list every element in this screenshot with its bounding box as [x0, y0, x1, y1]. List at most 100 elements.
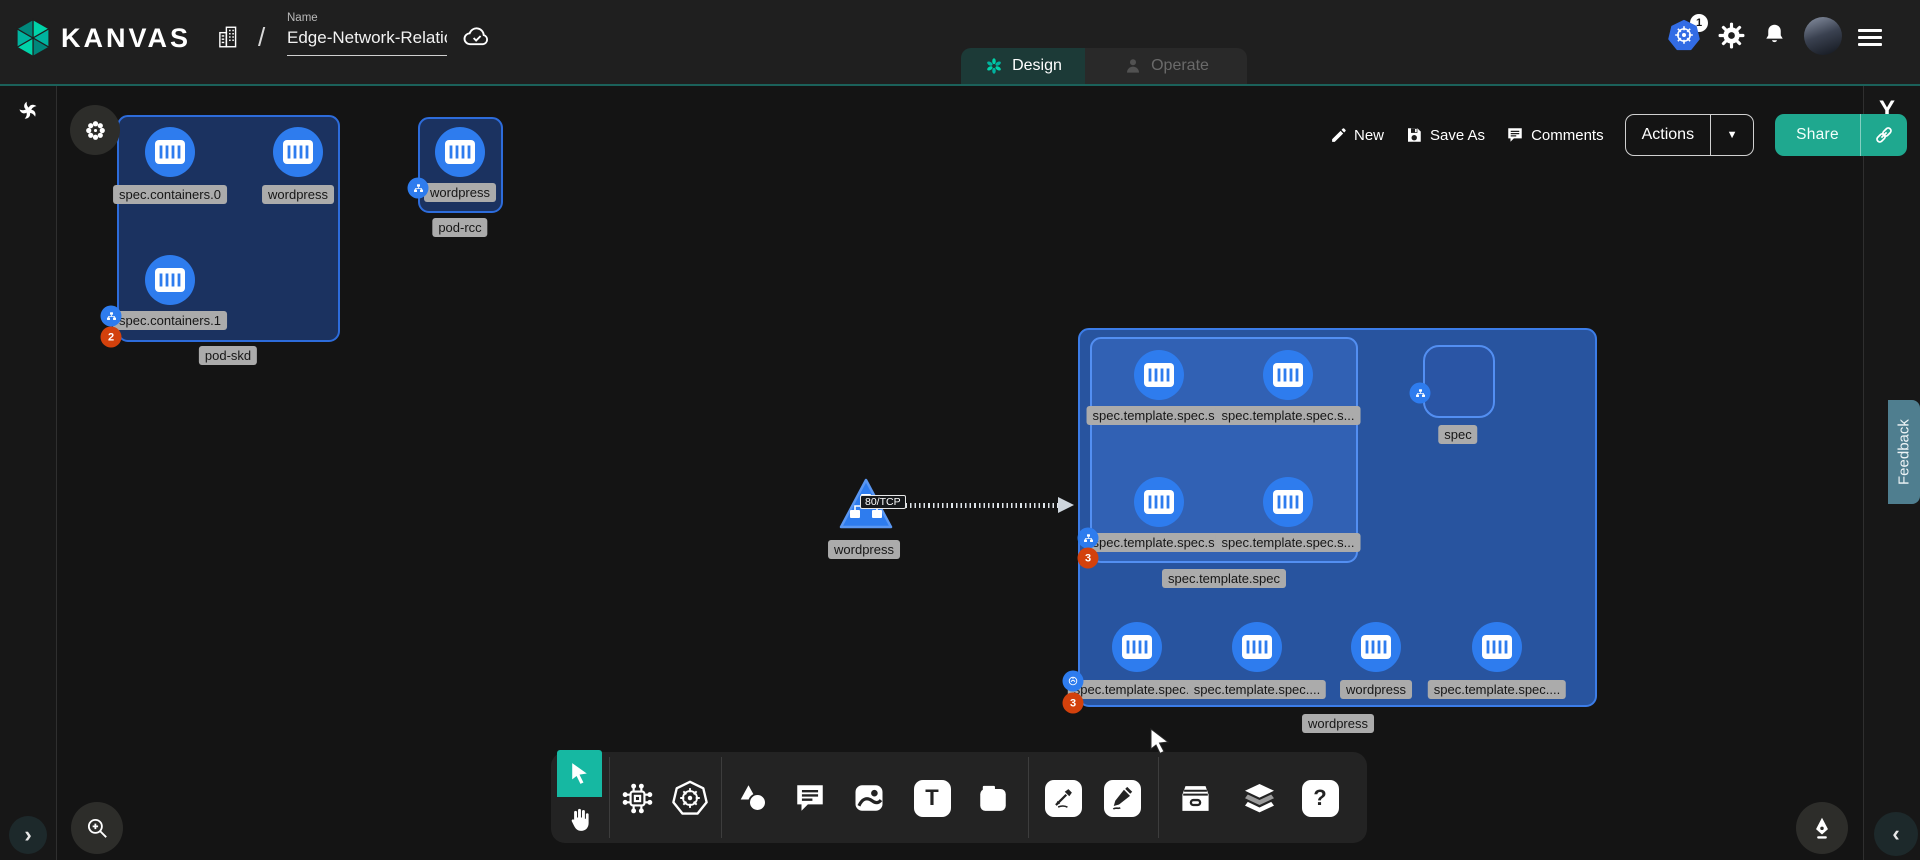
kanvas-logo[interactable]: KANVAS — [14, 18, 191, 58]
count-badge: 3 — [1078, 548, 1099, 569]
comment-tool-button[interactable] — [790, 778, 830, 818]
board-tool-button[interactable] — [973, 778, 1013, 818]
user-avatar[interactable] — [1804, 17, 1842, 55]
pencil-icon — [1330, 127, 1347, 144]
k8s-context-icon[interactable] — [1668, 19, 1700, 56]
save-as-button[interactable]: Save As — [1405, 126, 1485, 144]
expand-left-panel-button[interactable]: › — [9, 816, 47, 854]
app-header: KANVAS / Name Design — [0, 0, 1920, 86]
node-label: spec — [1438, 425, 1477, 444]
layers-tool-button[interactable] — [1239, 778, 1279, 818]
pen-mode-button[interactable] — [1796, 802, 1848, 854]
container-node[interactable] — [1112, 622, 1162, 672]
comments-label: Comments — [1531, 127, 1604, 144]
container-node[interactable] — [1134, 477, 1184, 527]
save-as-label: Save As — [1430, 127, 1485, 144]
chip-icon — [619, 780, 656, 817]
chevron-left-icon: ‹ — [1892, 823, 1899, 845]
container-node[interactable] — [1134, 350, 1184, 400]
node-label: spec.template.spec.... — [1428, 680, 1566, 699]
canvas-dock-toolbar: T — [551, 752, 1367, 843]
edge-service-to-deployment[interactable] — [896, 503, 1060, 508]
image-tool-button[interactable] — [849, 778, 889, 818]
collapse-right-panel-button[interactable]: ‹ — [1874, 812, 1918, 856]
text-tool-button[interactable]: T — [912, 778, 952, 818]
toolbar-divider — [721, 757, 722, 838]
share-split-button: Share — [1775, 114, 1907, 156]
container-node[interactable] — [145, 255, 195, 305]
kubernetes-tool-button[interactable] — [670, 778, 710, 818]
container-node[interactable] — [273, 127, 323, 177]
pen-path-icon — [1045, 780, 1082, 817]
toolbar-divider — [1028, 757, 1029, 838]
copy-link-button[interactable] — [1861, 124, 1907, 146]
edge-arrowhead — [1058, 497, 1074, 513]
design-name-field: Name — [287, 12, 447, 56]
replicaset-icon — [1067, 675, 1080, 688]
tab-operate[interactable]: Operate — [1085, 48, 1247, 84]
group-label: pod-skd — [199, 346, 257, 365]
new-button[interactable]: New — [1330, 127, 1384, 144]
container-node[interactable] — [1351, 622, 1401, 672]
help-question-icon: ? — [1302, 780, 1339, 817]
tab-operate-label: Operate — [1151, 57, 1209, 75]
node-spec[interactable] — [1423, 345, 1495, 418]
pod-resource-badge — [101, 306, 122, 327]
flower-asterisk-icon — [83, 118, 108, 143]
organization-icon[interactable] — [215, 24, 241, 55]
pan-tool-button[interactable] — [557, 797, 602, 841]
hamburger-menu-icon[interactable] — [1858, 29, 1882, 50]
tab-design[interactable]: Design — [961, 48, 1085, 84]
design-name-input[interactable] — [287, 26, 447, 56]
share-label[interactable]: Share — [1775, 126, 1860, 144]
select-tool-button[interactable] — [557, 750, 602, 797]
node-label: wordpress — [424, 183, 496, 202]
logo-text: KANVAS — [61, 23, 191, 54]
group-spec-template-spec[interactable] — [1090, 337, 1358, 563]
node-label: spec.template.spec.s... — [1216, 406, 1361, 425]
container-node[interactable] — [1263, 350, 1313, 400]
actions-dropdown-caret[interactable]: ▼ — [1711, 129, 1753, 141]
cloud-saved-icon — [462, 23, 492, 54]
chevron-right-icon: › — [24, 824, 31, 846]
sync-spinner-icon — [17, 99, 40, 127]
kanvas-hexagon-icon — [14, 18, 52, 58]
container-node[interactable] — [435, 127, 485, 177]
tab-design-label: Design — [1012, 57, 1062, 75]
pen-path-tool-button[interactable] — [1043, 778, 1083, 818]
node-label: spec.containers.0 — [113, 185, 227, 204]
replicaset-resource-badge — [1063, 671, 1084, 692]
shapes-tool-button[interactable] — [733, 778, 773, 818]
name-field-label: Name — [287, 12, 447, 24]
left-sidebar-rail — [0, 86, 57, 860]
count-badge: 3 — [1063, 693, 1084, 714]
help-tool-button[interactable]: ? — [1300, 778, 1340, 818]
toolbar-divider — [1158, 757, 1159, 838]
container-node[interactable] — [1263, 477, 1313, 527]
node-label: spec.containers.1 — [113, 311, 227, 330]
breadcrumb-slash: / — [258, 22, 265, 53]
pod-tree-icon — [105, 310, 117, 322]
integrations-tool-button[interactable] — [617, 778, 657, 818]
mode-tabs: Design Operate — [961, 48, 1247, 84]
node-label: spec.template.spec.s... — [1087, 533, 1232, 552]
node-label: wordpress — [1340, 680, 1412, 699]
freehand-pencil-icon — [1104, 780, 1141, 817]
kubernetes-helm-icon — [671, 779, 709, 817]
comments-button[interactable]: Comments — [1506, 126, 1604, 144]
container-node[interactable] — [145, 127, 195, 177]
freehand-draw-tool-button[interactable] — [1102, 778, 1142, 818]
operate-person-icon — [1123, 56, 1143, 76]
hand-icon — [566, 806, 593, 833]
feedback-tab[interactable]: Feedback — [1888, 400, 1920, 504]
container-icon — [155, 140, 185, 164]
container-node[interactable] — [1472, 622, 1522, 672]
container-node[interactable] — [1232, 622, 1282, 672]
zoom-in-button[interactable] — [71, 802, 123, 854]
notifications-bell-icon[interactable] — [1762, 22, 1787, 52]
canvas-config-button[interactable] — [70, 105, 120, 155]
settings-gear-icon[interactable] — [1718, 22, 1745, 54]
saved-designs-tool-button[interactable] — [1175, 778, 1215, 818]
board-tab-icon — [975, 780, 1011, 816]
actions-label[interactable]: Actions — [1626, 126, 1710, 144]
